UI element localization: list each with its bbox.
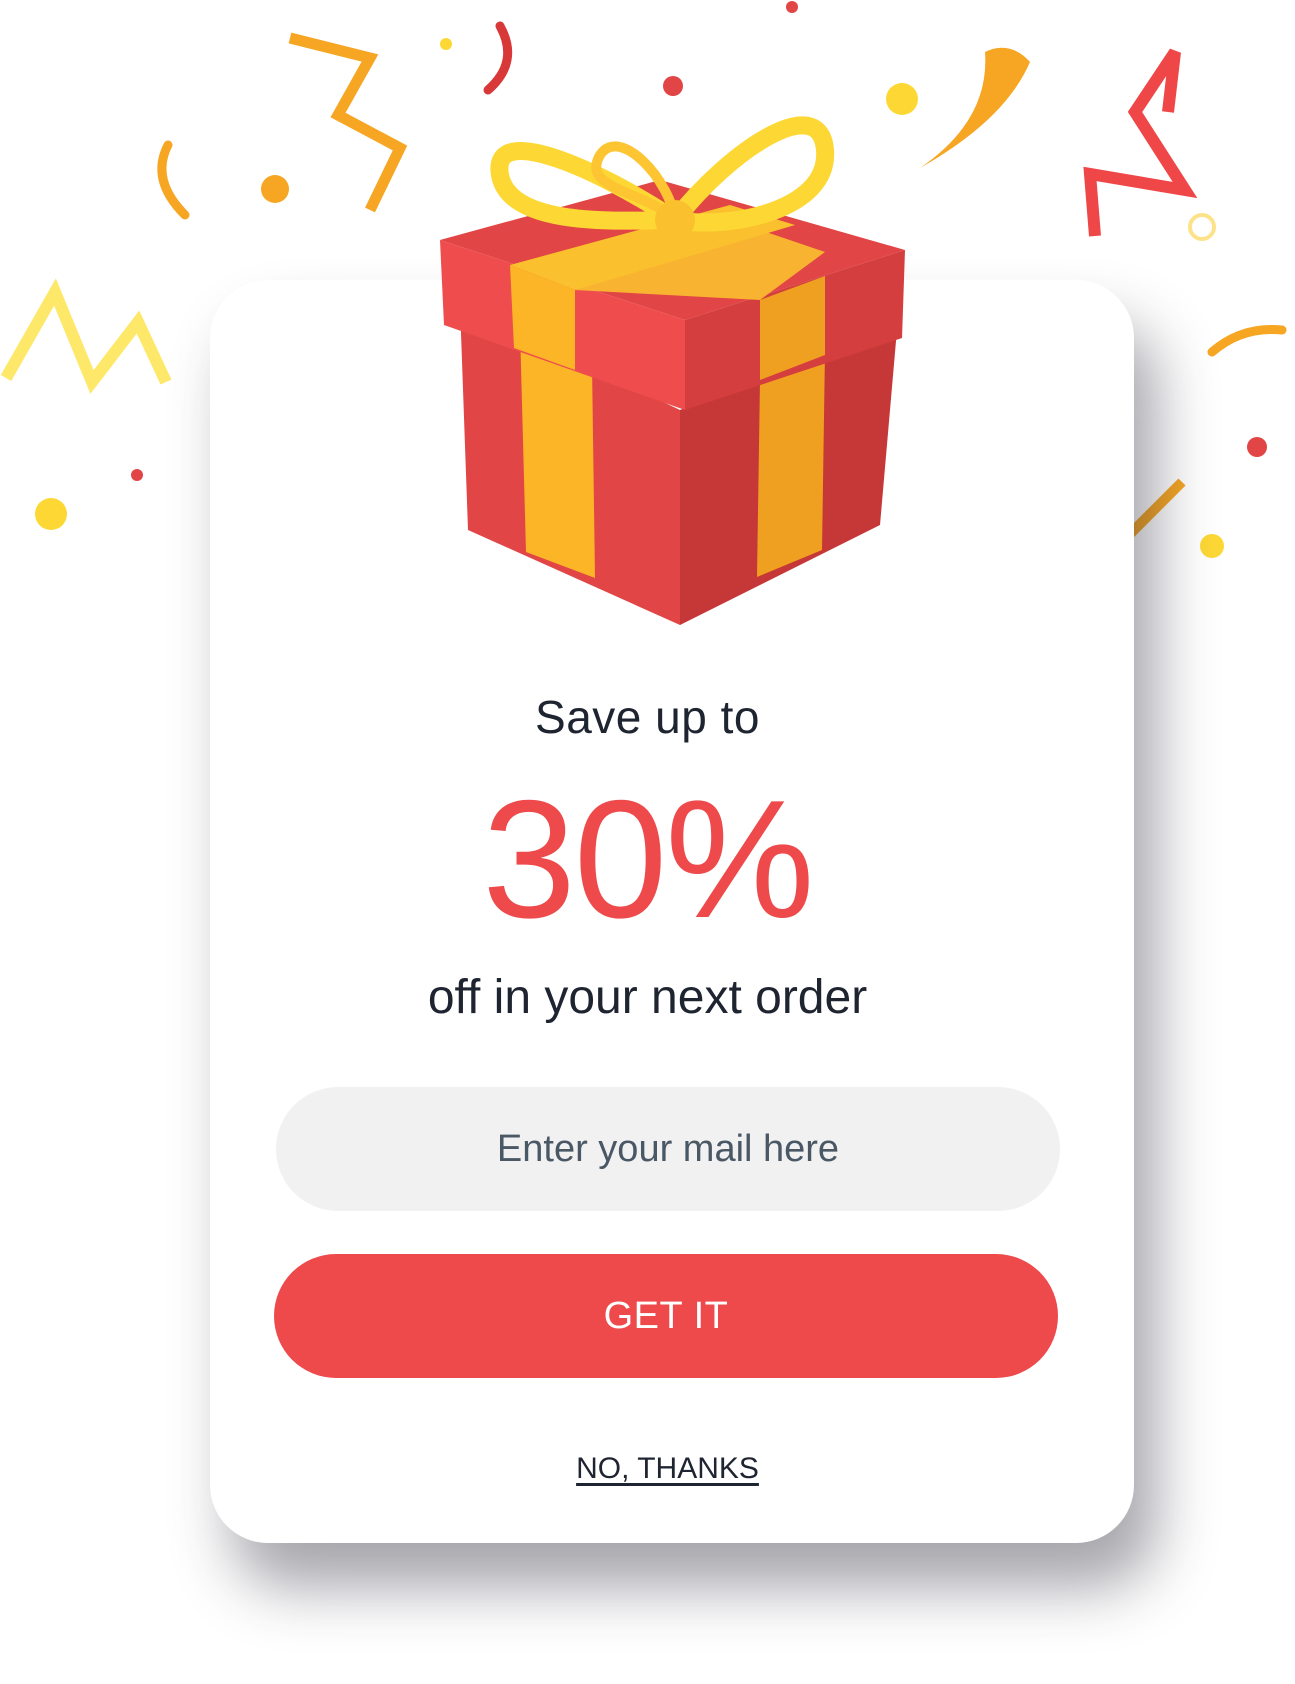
confetti-swoosh (920, 47, 1030, 168)
no-thanks-link[interactable]: NO, THANKS (0, 1452, 1295, 1486)
confetti-arc (1207, 324, 1287, 357)
get-it-button[interactable]: GET IT (274, 1254, 1058, 1378)
confetti-zigzag (288, 32, 408, 213)
confetti-zigzag (0, 278, 172, 394)
offer-subtitle: off in your next order (427, 971, 868, 1024)
gift-box-icon (440, 116, 905, 625)
confetti-ring (1188, 213, 1216, 241)
headline-text: Save up to (535, 691, 760, 743)
discount-percentage: 30% (482, 765, 814, 953)
email-field[interactable] (276, 1087, 1060, 1211)
confetti-dot (1247, 437, 1267, 457)
confetti-dot (261, 175, 289, 203)
confetti-dot (1200, 534, 1224, 558)
confetti-dot (440, 38, 452, 50)
confetti-dot (35, 498, 67, 530)
confetti-arc (157, 140, 190, 220)
confetti-zigzag (1083, 48, 1198, 237)
confetti-dot (131, 469, 143, 481)
confetti-dot (786, 1, 798, 13)
